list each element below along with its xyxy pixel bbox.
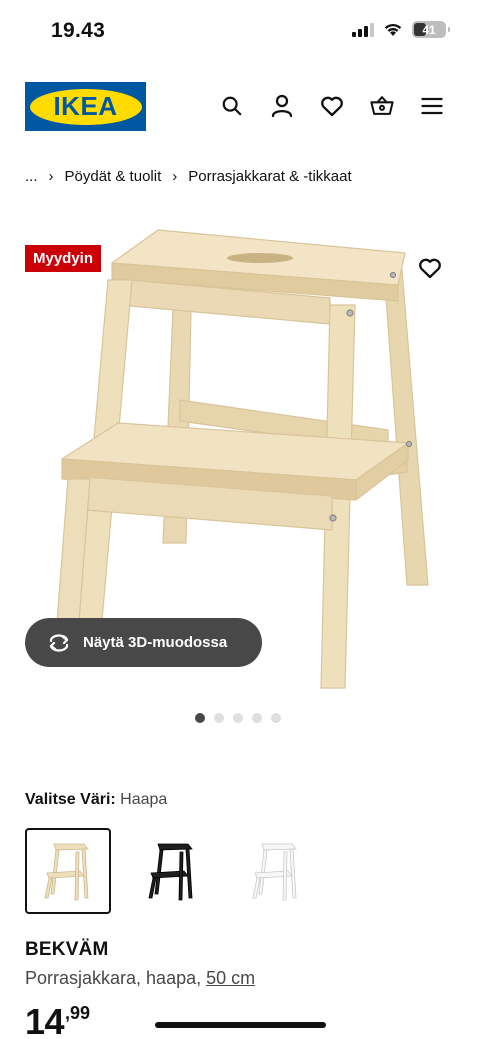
color-swatches bbox=[25, 828, 337, 914]
basket-icon[interactable] bbox=[370, 94, 394, 118]
price-integer: 14 bbox=[25, 1001, 65, 1039]
carousel-dot[interactable] bbox=[271, 713, 281, 723]
signal-icon bbox=[352, 22, 374, 37]
stool-white-thumbnail bbox=[252, 843, 297, 901]
carousel-dot[interactable] bbox=[233, 713, 243, 723]
battery-icon: 41 bbox=[412, 21, 450, 38]
color-swatch-wood[interactable] bbox=[25, 828, 111, 914]
add-to-favourites-heart-icon[interactable] bbox=[418, 257, 442, 281]
product-name: BEKVÄM bbox=[25, 939, 109, 960]
home-indicator[interactable] bbox=[155, 1022, 326, 1028]
stool-wood-thumbnail bbox=[44, 843, 89, 901]
color-select-label: Valitse Väri: Haapa bbox=[25, 791, 167, 809]
heart-icon[interactable] bbox=[320, 94, 344, 118]
product-description: Porrasjakkara, haapa, 50 cm bbox=[25, 968, 255, 989]
price-decimal: ,99 bbox=[65, 1003, 91, 1023]
stool-black-thumbnail bbox=[148, 843, 193, 901]
status-icons: 41 bbox=[352, 21, 450, 38]
status-bar: 19.43 41 bbox=[0, 0, 480, 60]
color-swatch-black[interactable] bbox=[129, 828, 215, 914]
chevron-right-icon: › bbox=[172, 168, 178, 185]
chevron-right-icon: › bbox=[48, 168, 54, 185]
view-in-3d-button[interactable]: Näytä 3D-muodossa bbox=[25, 618, 262, 667]
menu-icon[interactable] bbox=[420, 94, 444, 118]
color-select-value: Haapa bbox=[120, 791, 168, 808]
user-icon[interactable] bbox=[270, 94, 294, 118]
view-in-3d-label: Näytä 3D-muodossa bbox=[83, 634, 228, 651]
carousel-dot[interactable] bbox=[252, 713, 262, 723]
bestseller-badge: Myydyin bbox=[25, 245, 102, 272]
logo-oval: IKEA bbox=[29, 88, 142, 125]
product-size-link[interactable]: 50 cm bbox=[206, 968, 255, 988]
battery-level: 41 bbox=[422, 22, 436, 37]
breadcrumb-item-tables-chairs[interactable]: Pöydät & tuolit bbox=[65, 168, 162, 185]
logo-text: IKEA bbox=[53, 91, 118, 121]
breadcrumb: ... › Pöydät & tuolit › Porrasjakkarat &… bbox=[25, 168, 352, 185]
carousel-dot[interactable] bbox=[195, 713, 205, 723]
ikea-logo[interactable]: IKEA bbox=[25, 82, 146, 131]
product-description-text: Porrasjakkara, haapa, bbox=[25, 968, 207, 988]
carousel-dot[interactable] bbox=[214, 713, 224, 723]
site-header: IKEA bbox=[0, 82, 480, 132]
search-icon[interactable] bbox=[220, 94, 244, 118]
color-select-title: Valitse Väri: bbox=[25, 791, 116, 808]
header-icons bbox=[220, 94, 444, 118]
color-swatch-white[interactable] bbox=[233, 828, 319, 914]
wifi-icon bbox=[384, 23, 402, 36]
product-price: 14 ,99 bbox=[25, 1002, 90, 1039]
image-carousel-dots bbox=[195, 713, 281, 723]
status-time: 19.43 bbox=[51, 19, 106, 42]
rotate-3d-icon bbox=[49, 633, 69, 652]
breadcrumb-item-step-stools[interactable]: Porrasjakkarat & -tikkaat bbox=[188, 168, 351, 185]
breadcrumb-ellipsis[interactable]: ... bbox=[25, 168, 38, 185]
